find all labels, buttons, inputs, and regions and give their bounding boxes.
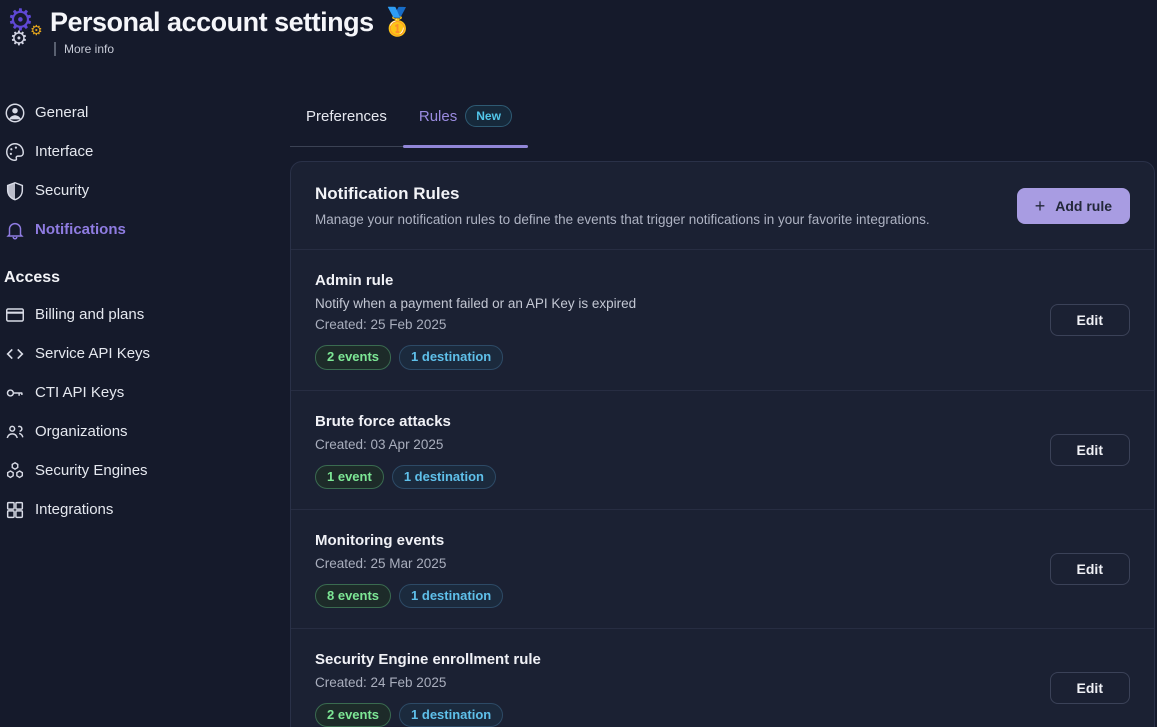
events-badge: 2 events [315,703,391,727]
rule-created-date: Created: 24 Feb 2025 [315,675,1130,690]
edit-button[interactable]: Edit [1050,434,1130,466]
sidebar-item-security[interactable]: Security [4,171,290,210]
rule-name: Brute force attacks [315,413,1130,430]
sidebar-item-label: Organizations [35,423,128,440]
sidebar-item-label: Billing and plans [35,306,144,323]
destination-badge: 1 destination [399,345,503,369]
tab-label: Preferences [306,108,387,125]
shield-icon [4,180,26,202]
rule-row-brute-force-attacks: Brute force attacks Created: 03 Apr 2025… [291,391,1154,510]
rule-name: Monitoring events [315,532,1130,549]
sidebar-item-label: Notifications [35,221,126,238]
people-icon [4,421,26,443]
sidebar-item-billing-and-plans[interactable]: Billing and plans [4,295,290,334]
notification-rules-panel: Notification Rules Manage your notificat… [290,161,1155,727]
key-icon [4,382,26,404]
sidebar: ⚙ ⚙ ⚙ Personal account settings 🥇 More i… [0,0,290,727]
sidebar-item-interface[interactable]: Interface [4,132,290,171]
rule-row-security-engine-enrollment-rule: Security Engine enrollment rule Created:… [291,629,1154,727]
events-badge: 1 event [315,465,384,489]
sidebar-item-label: Service API Keys [35,345,150,362]
sidebar-item-label: CTI API Keys [35,384,124,401]
rule-row-admin-rule: Admin rule Notify when a payment failed … [291,250,1154,390]
events-badge: 2 events [315,345,391,369]
sidebar-item-label: Security Engines [35,462,148,479]
app-root: ⚙ ⚙ ⚙ Personal account settings 🥇 More i… [0,0,1157,727]
sidebar-item-label: Security [35,182,89,199]
sidebar-item-security-engines[interactable]: Security Engines [4,451,290,490]
add-rule-button[interactable]: + Add rule [1017,188,1130,224]
rule-name: Admin rule [315,272,1130,289]
sidebar-item-notifications[interactable]: Notifications [4,210,290,249]
grid-icon [4,499,26,521]
sidebar-section-access: Access [4,269,290,287]
sidebar-item-organizations[interactable]: Organizations [4,412,290,451]
panel-header: Notification Rules Manage your notificat… [291,162,1154,250]
tab-bar: Preferences Rules New [290,97,528,147]
sidebar-item-service-api-keys[interactable]: Service API Keys [4,334,290,373]
user-icon [4,102,26,124]
sidebar-item-label: Integrations [35,501,113,518]
rule-description: Notify when a payment failed or an API K… [315,296,1130,311]
panel-description: Manage your notification rules to define… [315,212,930,227]
rule-created-date: Created: 25 Feb 2025 [315,317,1130,332]
bell-icon [4,219,26,241]
tab-rules[interactable]: Rules New [403,97,528,146]
credit-card-icon [4,304,26,326]
sidebar-item-integrations[interactable]: Integrations [4,490,290,529]
rule-created-date: Created: 03 Apr 2025 [315,437,1130,452]
tab-label: Rules [419,108,457,125]
edit-button[interactable]: Edit [1050,553,1130,585]
rule-created-date: Created: 25 Mar 2025 [315,556,1130,571]
destination-badge: 1 destination [392,465,496,489]
sidebar-item-label: Interface [35,143,93,160]
more-info-link[interactable]: More info [54,42,114,56]
cubes-icon [4,460,26,482]
palette-icon [4,141,26,163]
rule-row-monitoring-events: Monitoring events Created: 25 Mar 2025 8… [291,510,1154,629]
sidebar-item-cti-api-keys[interactable]: CTI API Keys [4,373,290,412]
destination-badge: 1 destination [399,703,503,727]
app-header: ⚙ ⚙ ⚙ Personal account settings 🥇 More i… [4,6,290,61]
edit-button[interactable]: Edit [1050,304,1130,336]
new-badge: New [465,105,512,127]
sidebar-item-label: General [35,104,88,121]
rule-name: Security Engine enrollment rule [315,651,1130,668]
page-title: Personal account settings 🥇 [50,6,414,38]
events-badge: 8 events [315,584,391,608]
medal-emoji: 🥇 [381,7,414,37]
edit-button[interactable]: Edit [1050,672,1130,704]
sidebar-item-general[interactable]: General [4,93,290,132]
panel-title: Notification Rules [315,184,930,204]
destination-badge: 1 destination [399,584,503,608]
tab-preferences[interactable]: Preferences [290,97,403,146]
divider [54,42,56,56]
main-content: Preferences Rules New Notification Rules… [290,0,1157,727]
code-icon [4,343,26,365]
sidebar-nav: General Interface [4,93,290,529]
plus-icon: + [1035,197,1046,215]
gears-logo-icon: ⚙ ⚙ ⚙ [4,6,50,54]
